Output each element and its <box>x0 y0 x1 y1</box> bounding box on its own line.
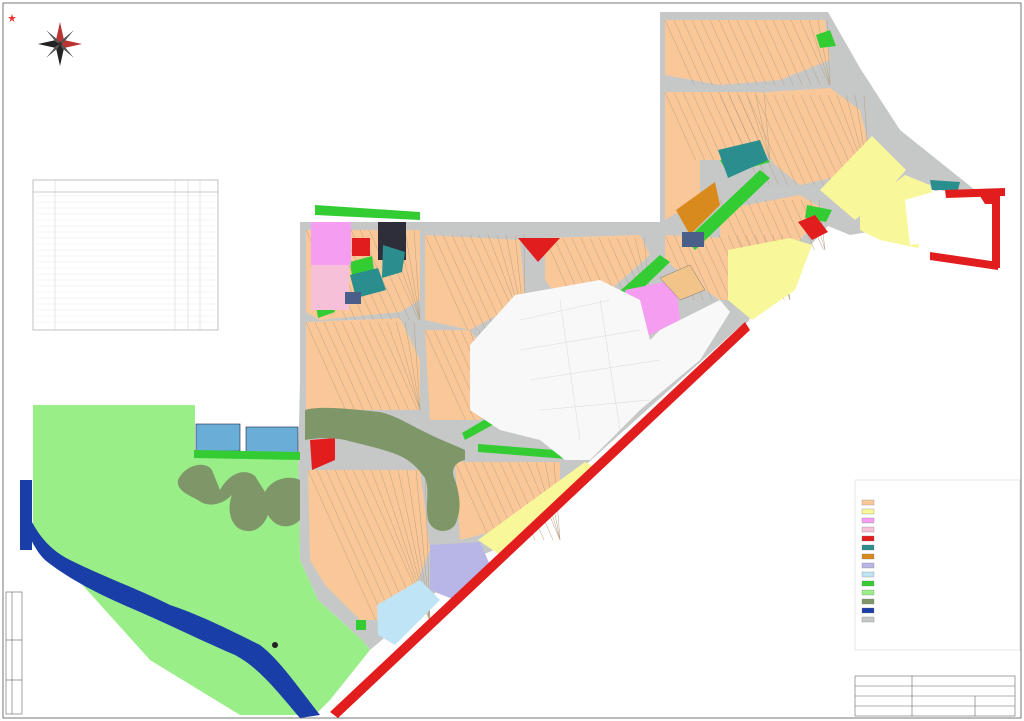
title-block <box>854 675 1016 717</box>
legend-swatch <box>861 517 875 524</box>
compass-rose-icon <box>38 22 82 66</box>
river-marker-icon <box>272 642 278 648</box>
legend-swatch <box>861 580 875 587</box>
blue-block-2 <box>245 426 299 456</box>
marker-star-icon <box>8 14 16 22</box>
legend-swatch <box>861 544 875 551</box>
legend-swatch <box>861 571 875 578</box>
explication-table <box>32 179 219 331</box>
legend-swatch <box>861 526 875 533</box>
legend-swatch <box>861 535 875 542</box>
master-plan-map <box>2 2 1022 719</box>
legend-swatch <box>861 616 875 623</box>
legend-swatch <box>861 589 875 596</box>
legend-swatch <box>861 553 875 560</box>
blue-block-1 <box>195 423 241 452</box>
legend-swatch <box>861 607 875 614</box>
legend-swatch <box>861 598 875 605</box>
legend-swatch <box>861 508 875 515</box>
legend-swatch <box>861 562 875 569</box>
legend-swatch <box>861 499 875 506</box>
river-left-edge <box>20 480 32 550</box>
side-stamp <box>5 591 23 715</box>
legend <box>854 479 1021 651</box>
